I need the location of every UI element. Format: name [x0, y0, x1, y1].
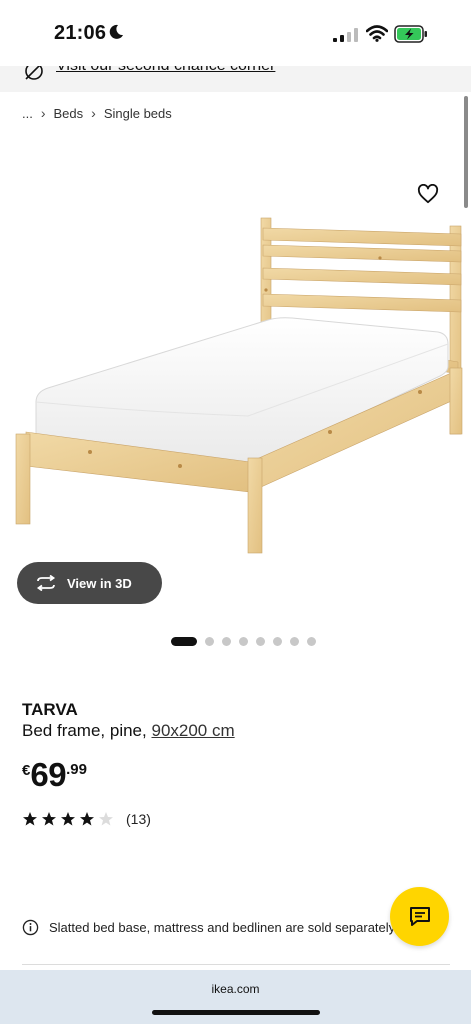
star-filled-icon — [42, 812, 56, 826]
product-image-bed[interactable] — [0, 140, 471, 560]
carousel-dot-active[interactable] — [171, 637, 197, 646]
moon-icon — [109, 24, 123, 39]
carousel-dot[interactable] — [239, 637, 248, 646]
breadcrumb-separator: › — [91, 105, 96, 121]
info-note-text: Slatted bed base, mattress and bedlinen … — [49, 920, 398, 935]
browser-address-bar[interactable]: ikea.com — [0, 970, 471, 1024]
price-decimal: .99 — [66, 761, 87, 778]
battery-charging-icon — [394, 25, 427, 43]
carousel-dot[interactable] — [256, 637, 265, 646]
image-carousel-dots[interactable] — [171, 637, 316, 646]
recycle-leaf-icon — [25, 66, 43, 80]
second-chance-link[interactable]: Visit our second chance corner — [56, 66, 275, 75]
breadcrumb-item-beds[interactable]: Beds — [54, 106, 84, 121]
view-in-3d-label: View in 3D — [67, 575, 132, 591]
rotate-3d-icon — [36, 575, 56, 591]
breadcrumb-separator: › — [40, 105, 46, 121]
price-integer: 69 — [30, 756, 67, 793]
carousel-dot[interactable] — [205, 637, 214, 646]
info-icon — [22, 919, 39, 936]
cellular-signal-icon — [333, 28, 358, 42]
star-filled-icon — [80, 812, 94, 826]
chat-icon — [409, 906, 430, 926]
rating-stars — [22, 811, 114, 827]
favorite-button[interactable] — [414, 180, 442, 208]
heart-icon — [417, 184, 439, 204]
star-filled-icon — [61, 812, 75, 826]
product-rating[interactable]: (13) — [22, 811, 151, 827]
breadcrumb: ... › Beds › Single beds — [22, 105, 172, 121]
product-price: € 69 .99 — [22, 757, 87, 793]
product-description: Bed frame, pine, 90x200 cm — [22, 721, 235, 741]
breadcrumb-ellipsis[interactable]: ... — [22, 106, 33, 121]
wifi-icon — [366, 25, 388, 42]
carousel-dot[interactable] — [307, 637, 316, 646]
status-bar: 21:06 — [0, 0, 471, 66]
star-empty-icon — [99, 812, 113, 826]
carousel-dot[interactable] — [290, 637, 299, 646]
info-note: Slatted bed base, mattress and bedlinen … — [22, 919, 398, 936]
review-count[interactable]: (13) — [126, 811, 151, 827]
home-indicator[interactable] — [152, 1010, 320, 1015]
breadcrumb-item-single-beds[interactable]: Single beds — [104, 106, 172, 121]
star-filled-icon — [23, 812, 37, 826]
carousel-dot[interactable] — [222, 637, 231, 646]
product-size-link[interactable]: 90x200 cm — [151, 721, 234, 740]
address-url[interactable]: ikea.com — [0, 982, 471, 996]
promo-banner[interactable]: Visit our second chance corner — [0, 66, 471, 92]
section-divider — [22, 964, 450, 965]
view-in-3d-button[interactable]: View in 3D — [17, 562, 162, 604]
product-type: Bed frame, pine, — [22, 721, 147, 740]
chat-button[interactable] — [390, 887, 449, 946]
status-time: 21:06 — [54, 22, 107, 44]
product-name: TARVA — [22, 700, 78, 719]
carousel-dot[interactable] — [273, 637, 282, 646]
price-currency: € — [22, 762, 31, 779]
